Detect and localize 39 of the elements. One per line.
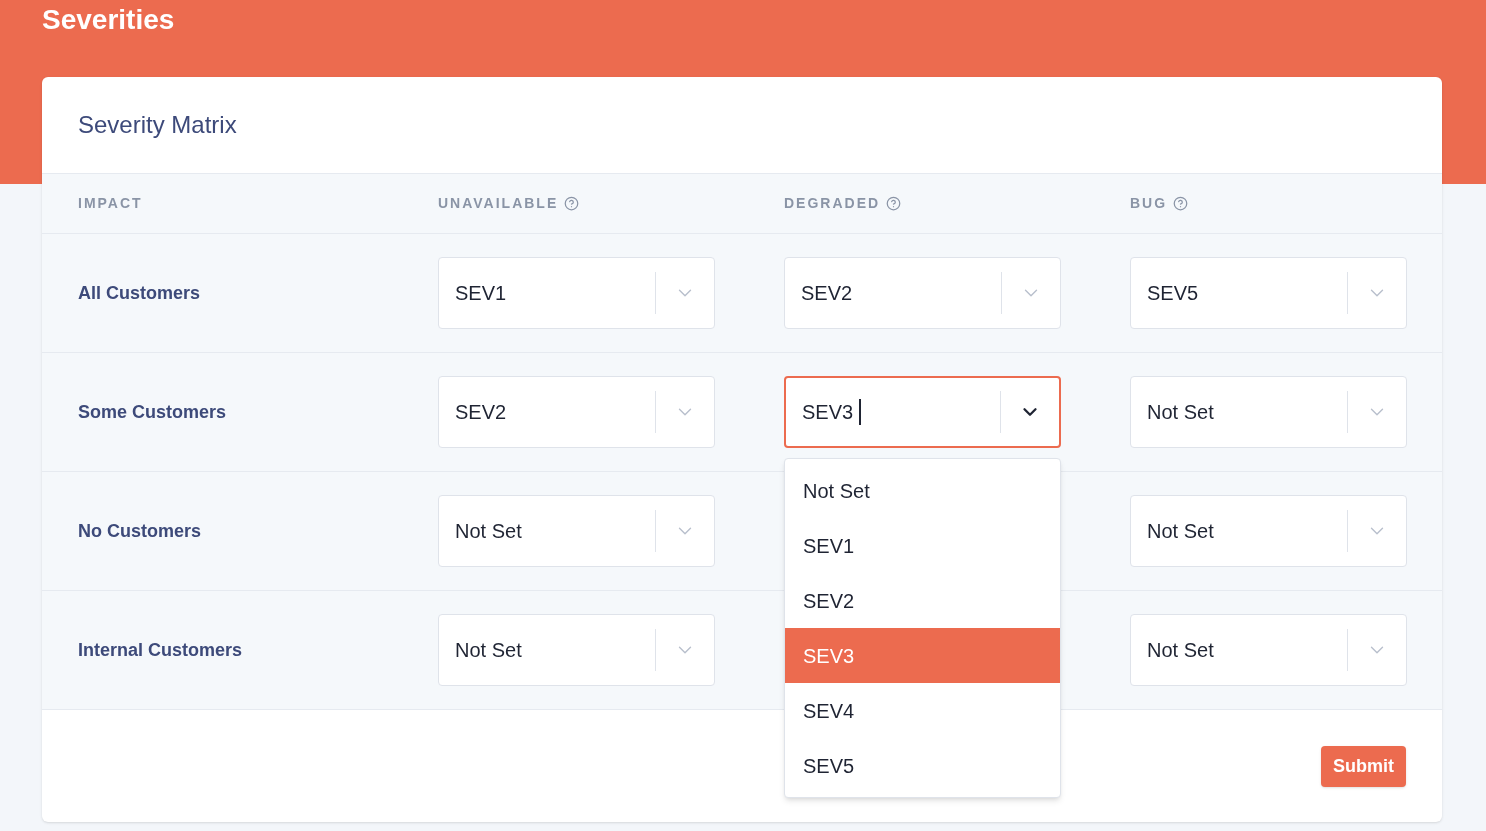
help-icon[interactable] <box>1173 196 1189 211</box>
row-label: Some Customers <box>78 401 227 422</box>
dropdown-option[interactable]: SEV2 <box>785 573 1060 628</box>
row-label: All Customers <box>78 282 201 303</box>
select-field[interactable]: SEV2 <box>784 257 1061 329</box>
select-value: Not Set <box>454 519 522 544</box>
dropdown-option[interactable]: SEV4 <box>785 683 1060 738</box>
select-value: SEV2 <box>800 281 853 306</box>
card-title: Severity Matrix <box>78 110 237 140</box>
row-label: Internal Customers <box>78 639 243 660</box>
column-header: UNAVAILABLE <box>438 194 559 213</box>
dropdown-option[interactable]: SEV1 <box>785 518 1060 573</box>
select-value: Not Set <box>1146 638 1214 663</box>
dropdown-option[interactable]: Not Set <box>785 463 1060 518</box>
page-title: Severities <box>42 3 176 37</box>
help-icon[interactable] <box>564 196 580 211</box>
select-value: SEV5 <box>1146 281 1199 306</box>
select-field[interactable]: SEV1 <box>438 257 715 329</box>
column-header: DEGRADED <box>784 194 881 213</box>
select-field[interactable]: SEV3 <box>784 376 1061 448</box>
select-field[interactable]: Not Set <box>438 495 715 567</box>
select-value: Not Set <box>454 638 522 663</box>
select-field[interactable]: Not Set <box>438 614 715 686</box>
text-cursor <box>859 399 862 425</box>
dropdown-option[interactable]: SEV5 <box>785 738 1060 793</box>
select-field[interactable]: SEV2 <box>438 376 715 448</box>
select-field[interactable]: Not Set <box>1130 376 1407 448</box>
select-value: Not Set <box>1146 519 1214 544</box>
row-label: No Customers <box>78 520 202 541</box>
select-value: SEV3 <box>801 400 854 425</box>
select-field[interactable]: SEV5 <box>1130 257 1407 329</box>
column-header: BUG <box>1130 194 1168 213</box>
select-value: SEV1 <box>454 281 507 306</box>
select-value: Not Set <box>1146 400 1214 425</box>
help-icon[interactable] <box>886 196 902 211</box>
select-value: SEV2 <box>454 400 507 425</box>
select-field[interactable]: Not Set <box>1130 495 1407 567</box>
select-field[interactable]: Not Set <box>1130 614 1407 686</box>
column-header: IMPACT <box>78 194 143 213</box>
